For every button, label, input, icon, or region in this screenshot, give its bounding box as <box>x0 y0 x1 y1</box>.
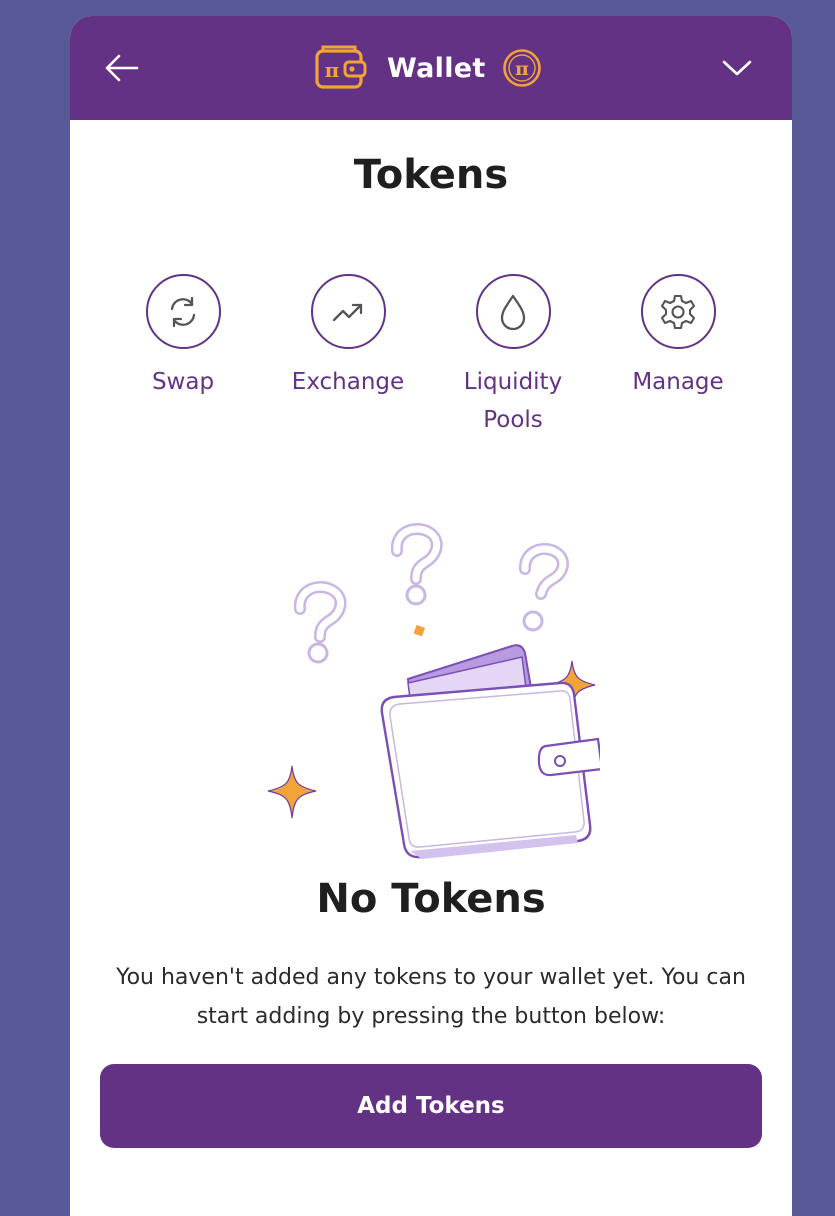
sparkle-icon <box>267 765 317 819</box>
trend-up-icon <box>332 303 363 321</box>
question-mark-icon <box>390 523 443 606</box>
manage-action[interactable]: Manage <box>598 274 758 401</box>
liquidity-pools-button[interactable] <box>475 274 551 349</box>
swap-label: Swap <box>151 369 215 395</box>
pi-coin-text: π <box>515 58 529 80</box>
add-tokens-button[interactable]: Add Tokens <box>100 1064 762 1148</box>
manage-label: Manage <box>632 369 724 395</box>
liquidity-pools-label: Liquidity Pools <box>463 369 563 433</box>
empty-state-description: You haven't added any tokens to your wal… <box>116 965 746 1029</box>
header-title: Wallet <box>387 52 486 84</box>
manage-button[interactable] <box>640 274 716 349</box>
question-mark-icon <box>293 581 347 664</box>
empty-state-title: No Tokens <box>316 876 546 922</box>
exchange-action[interactable]: Exchange <box>268 274 428 401</box>
wallet-logo-icon: π <box>315 45 367 89</box>
exchange-button[interactable] <box>310 274 386 349</box>
swap-action[interactable]: Swap <box>103 274 263 401</box>
exchange-label: Exchange <box>291 369 405 395</box>
wallet-logo-text: π <box>325 58 340 82</box>
pi-coin-icon: π <box>502 49 541 87</box>
empty-wallet-illustration <box>267 523 600 859</box>
header-title-group: π Wallet π <box>315 44 542 92</box>
back-arrow-icon[interactable] <box>104 52 140 84</box>
app-header: π Wallet π <box>70 16 792 120</box>
swap-button[interactable] <box>145 274 221 349</box>
question-mark-icon <box>519 543 569 632</box>
chevron-down-icon[interactable] <box>720 56 754 80</box>
droplet-icon <box>500 294 526 330</box>
liquidity-pools-action[interactable]: Liquidity Pools <box>433 274 593 439</box>
action-row: Swap Exchange Liquidity Pools Manage <box>70 274 792 444</box>
page-title: Tokens <box>353 152 509 198</box>
gear-icon <box>660 294 696 329</box>
swap-icon <box>170 296 196 327</box>
wallet-card: π Wallet π Tokens Swap Exchange Liquidit… <box>70 16 792 1216</box>
